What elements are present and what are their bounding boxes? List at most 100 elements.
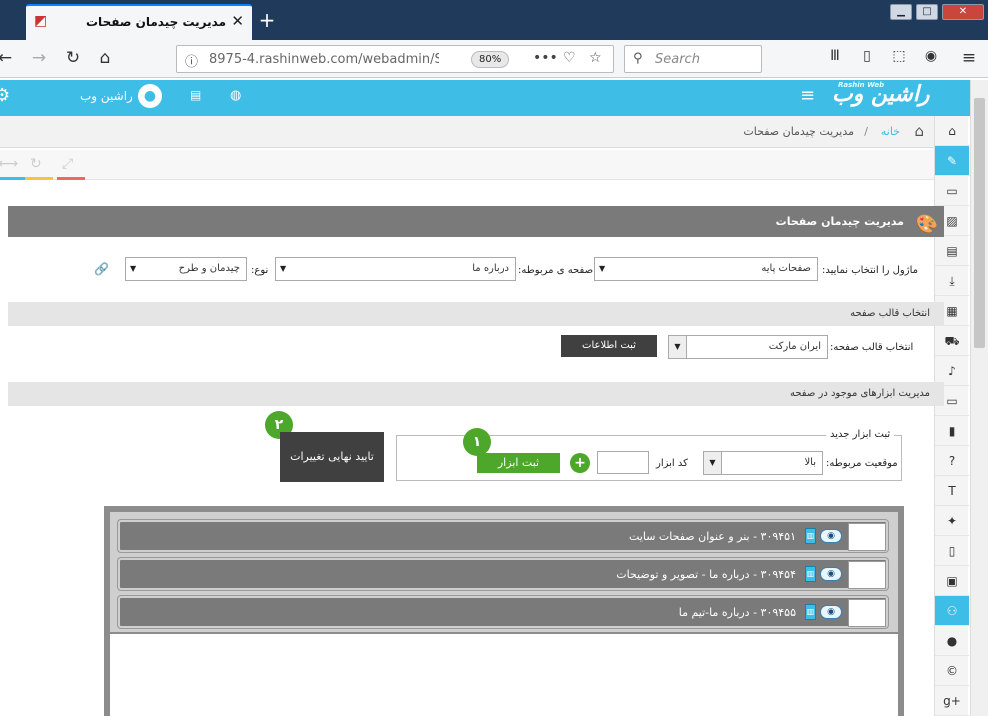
sidebar-text-icon[interactable]: T	[935, 476, 969, 506]
submit-template-button[interactable]: ثبت اطلاعات	[561, 335, 657, 357]
minimize-window-button[interactable]: ▁	[890, 4, 912, 20]
panel-toolbar: ⟷ ↻ ⤢	[0, 150, 934, 180]
add-tool-icon[interactable]: +	[570, 453, 590, 473]
new-tool-legend: ثبت ابزار جدید	[826, 429, 895, 440]
breadcrumb: ⌂ خانه / مدیریت چیدمان صفحات	[0, 116, 934, 148]
refresh-icon[interactable]: ↻	[30, 156, 42, 172]
sidebar-copyright-icon[interactable]: ©	[935, 656, 969, 686]
sidebar-edit-icon[interactable]: ✎	[935, 146, 969, 176]
tools-section-header: مدیریت ابزارهای موجود در صفحه	[8, 382, 944, 406]
sidebar-excel-icon[interactable]: ▣	[935, 566, 969, 596]
sidebar-pin-icon[interactable]: ✦	[935, 506, 969, 536]
sidebar-toggle-icon[interactable]: ▯	[856, 48, 878, 64]
link-icon[interactable]: 🔗	[94, 262, 109, 276]
sidebar-card-icon[interactable]: ▭	[935, 176, 969, 206]
type-select[interactable]: چیدمان و طرح ▼	[125, 257, 247, 281]
tool-row[interactable]: ◉ ▥ ۳۰۹۴۵۱ - بنر و عنوان صفحات سایت	[118, 520, 888, 552]
address-url[interactable]: 8975-4.rashinweb.com/webadmin/Si	[209, 52, 439, 67]
sidebar-cart-icon[interactable]: ⛟	[935, 326, 969, 356]
template-label: انتخاب قالب صفحه:	[830, 342, 914, 353]
pocket-icon[interactable]: ♡	[563, 50, 576, 66]
user-avatar-icon[interactable]: ●	[138, 84, 162, 108]
browser-nav-bar: ← → ↻ ⌂ ⓘ 8975-4.rashinweb.com/webadmin/…	[0, 40, 988, 78]
reload-icon[interactable]: ↻	[62, 48, 84, 68]
sidebar-book-icon[interactable]: ▮	[935, 416, 969, 446]
address-bar[interactable]: ⓘ 8975-4.rashinweb.com/webadmin/Si 80% •…	[176, 45, 614, 73]
tool-row-label: ۳۰۹۴۵۵ - درباره ما-تیم ما	[678, 606, 796, 619]
sidebar-user-icon[interactable]: ●	[935, 626, 969, 656]
chevron-down-icon: ▼	[280, 264, 287, 273]
trash-icon[interactable]: ▥	[805, 528, 816, 544]
page-actions-icon[interactable]: •••	[533, 50, 558, 66]
eye-icon[interactable]: ◉	[820, 529, 842, 543]
eye-icon[interactable]: ◉	[820, 567, 842, 581]
page-select[interactable]: درباره ما ▼	[275, 257, 516, 281]
tool-row-handle[interactable]	[848, 561, 886, 589]
menu-icon[interactable]: ≡	[958, 48, 980, 68]
position-select[interactable]: بالا ▼	[703, 451, 823, 475]
page-title: مدیریت چیدمان صفحات	[775, 215, 904, 228]
tool-list-container: ◉ ▥ ۳۰۹۴۵۱ - بنر و عنوان صفحات سایت ◉ ▥ …	[104, 506, 904, 716]
library-icon[interactable]: Ⅲ	[824, 48, 846, 64]
tool-code-input[interactable]	[597, 451, 649, 474]
sidebar-home-icon[interactable]: ⌂	[935, 116, 969, 146]
new-tab-button[interactable]: +	[256, 8, 278, 32]
settings-gear-icon[interactable]: ⚙	[0, 85, 10, 106]
page-select-value: درباره ما	[472, 263, 509, 274]
chevron-down-icon: ▼	[599, 264, 606, 273]
sidebar-help-icon[interactable]: ?	[935, 446, 969, 476]
account-icon[interactable]: ◉	[920, 48, 942, 64]
tool-row[interactable]: ◉ ▥ ۳۰۹۴۵۴ - درباره ما - تصویر و توضیحات	[118, 558, 888, 590]
collapse-icon[interactable]: ⟷	[0, 156, 18, 172]
bookmark-star-icon[interactable]: ☆	[589, 50, 602, 66]
trash-icon[interactable]: ▥	[805, 604, 816, 620]
back-icon[interactable]: ←	[0, 48, 16, 68]
screenshot-icon[interactable]: ⬚	[888, 48, 910, 64]
template-select-value: ایران مارکت	[768, 341, 821, 352]
confirm-changes-button[interactable]: تایید نهایی تغییرات	[280, 432, 384, 482]
page-scrollbar[interactable]	[970, 80, 988, 716]
logo-subtext: Rashin Web	[838, 81, 885, 89]
sidebar-file-icon[interactable]: ▤	[935, 236, 969, 266]
user-name[interactable]: راشین وب	[80, 89, 133, 103]
maximize-window-button[interactable]: □	[916, 4, 938, 20]
close-tab-icon[interactable]: ✕	[231, 12, 244, 30]
sidebar-users-icon[interactable]: ⚇	[935, 596, 969, 626]
breadcrumb-home[interactable]: خانه	[881, 125, 900, 138]
palette-icon: 🎨	[915, 214, 938, 235]
home-icon[interactable]: ⌂	[914, 122, 924, 140]
chevron-down-icon: ▼	[130, 264, 137, 273]
tab-title: مدیریت چیدمان صفحات	[86, 15, 226, 29]
scrollbar-thumb[interactable]	[974, 98, 985, 348]
tool-row-handle[interactable]	[848, 523, 886, 551]
sidebar-page-icon[interactable]: ▯	[935, 536, 969, 566]
tool-row-handle[interactable]	[848, 599, 886, 627]
globe-icon[interactable]: ◍	[230, 88, 241, 103]
main-panel-header: 🎨 مدیریت چیدمان صفحات	[8, 206, 944, 237]
tool-code-label: کد ابزار	[656, 458, 688, 469]
zoom-level[interactable]: 80%	[471, 51, 510, 68]
tool-row[interactable]: ◉ ▥ ۳۰۹۴۵۵ - درباره ما-تیم ما	[118, 596, 888, 628]
module-select-value: صفحات پایه	[761, 263, 811, 274]
position-label: موقعیت مربوطه:	[826, 458, 898, 469]
trash-icon[interactable]: ▥	[805, 566, 816, 582]
fullscreen-icon[interactable]: ⤢	[62, 156, 73, 172]
chevron-down-icon: ▼	[704, 452, 722, 474]
sidebar-google-plus-icon[interactable]: g+	[935, 686, 969, 716]
browser-tab[interactable]: ◩ مدیریت چیدمان صفحات ✕	[26, 4, 252, 40]
eye-icon[interactable]: ◉	[820, 605, 842, 619]
forward-icon[interactable]: →	[28, 48, 50, 68]
home-icon[interactable]: ⌂	[94, 48, 116, 68]
chevron-down-icon: ▼	[669, 336, 687, 358]
close-window-button[interactable]: ✕	[942, 4, 984, 20]
template-select[interactable]: ایران مارکت ▼	[668, 335, 828, 359]
sidebar-download-icon[interactable]: ⤓	[935, 266, 969, 296]
site-info-icon[interactable]: ⓘ	[185, 51, 198, 70]
hamburger-menu-icon[interactable]: ≡	[800, 85, 815, 106]
type-label: نوع:	[251, 265, 269, 276]
search-box[interactable]: ⚲ Search	[624, 45, 762, 73]
rashinweb-logo[interactable]: راشین وب Rashin Web	[832, 81, 930, 107]
server-icon[interactable]: ▤	[190, 88, 201, 102]
register-tool-button[interactable]: ثبت ابزار	[477, 453, 560, 473]
module-select[interactable]: صفحات پایه ▼	[594, 257, 818, 281]
